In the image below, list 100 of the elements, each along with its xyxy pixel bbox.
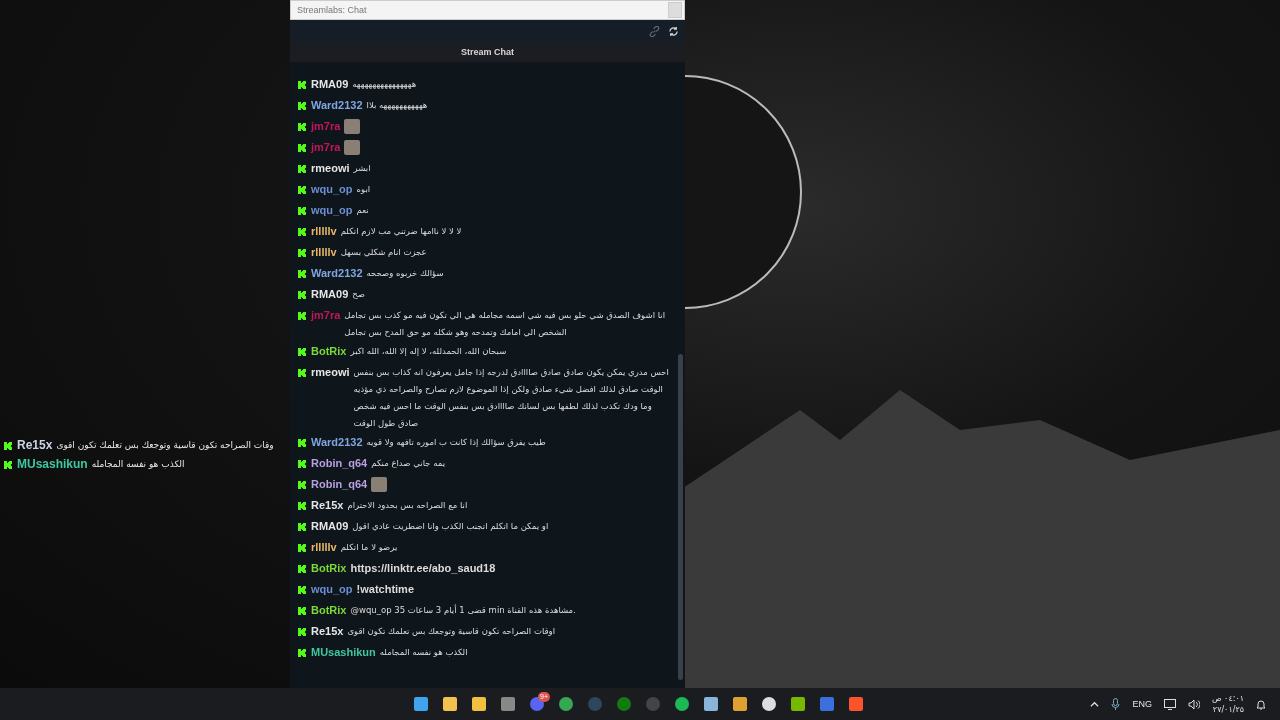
username[interactable]: rmeowi xyxy=(311,362,350,383)
message-text: انا مع الصراحه بس بحدود الاحترام xyxy=(347,499,469,512)
username[interactable]: rlllllv xyxy=(311,537,337,558)
username[interactable]: rmeowi xyxy=(311,158,350,179)
platform-icon xyxy=(297,121,307,132)
username[interactable]: BotRix xyxy=(311,341,347,362)
app-icon xyxy=(616,696,632,712)
message-text: او يمكن ما اتكلم اتجنب الكذب وانا اضطريت عادي اقول xyxy=(352,520,550,533)
username: MUsashikun xyxy=(17,456,88,473)
message-text: انا اشوف الصدق شي حلو بس فيه شي اسمه مجامله هي الي تكون فيه مو كذب بس تجامل الشخص الي امامك وتمدحه وهو شكله مو حق المدح بس تجامل xyxy=(344,309,666,339)
platform-icon xyxy=(297,310,307,321)
speaker-icon[interactable] xyxy=(1187,698,1200,710)
platform-icon xyxy=(297,584,307,595)
message-text: ابوه xyxy=(356,183,372,196)
username[interactable]: MUsashikun xyxy=(311,642,376,663)
app-icon xyxy=(703,696,719,712)
platform-icon xyxy=(297,289,307,300)
message-text: يرضو لا ما اتكلم xyxy=(340,541,399,554)
username[interactable]: Robin_q64 xyxy=(311,453,368,474)
app-icon xyxy=(790,696,806,712)
scrollbar-thumb[interactable] xyxy=(678,354,683,680)
app-icon xyxy=(848,696,864,712)
platform-icon xyxy=(297,184,307,195)
app-icon xyxy=(413,696,429,712)
platform-icon xyxy=(3,459,13,470)
username[interactable]: wqu_op xyxy=(311,200,353,221)
username[interactable]: Re15x xyxy=(311,621,344,642)
platform-icon xyxy=(297,626,307,637)
message-text: نعم xyxy=(356,204,370,217)
message-text: احس مدري يمكن يكون صادق صادق صاااادق لدرجه إذا جامل يعرفون انه كذاب بس بنفس الوقت صادق لذلك افضل شيء صادق ولكن إذا الموضوع لازم تصارح والصراحه ذي مؤذيه وما ودك تكذب لذلك لطفها بس لسانك صاااادق بس بنفس الوقت ما احس فيه شخص صادق طول الوقت xyxy=(353,366,670,430)
platform-icon xyxy=(297,79,307,90)
app-icon xyxy=(761,696,777,712)
platform-icon xyxy=(297,163,307,174)
app-icon xyxy=(819,696,835,712)
clock-date[interactable]: ٢٧/٠١/٢٥ xyxy=(1212,704,1244,715)
message-text: !watchtime xyxy=(356,582,416,597)
language-indicator[interactable]: ENG xyxy=(1132,699,1152,709)
link[interactable]: https://linktr.ee/abo_saud18 xyxy=(350,558,672,577)
message-text: الكذب هو نفسه المجامله xyxy=(91,458,185,471)
platform-icon xyxy=(297,247,307,258)
refresh-icon[interactable] xyxy=(668,25,679,37)
platform-icon xyxy=(297,205,307,216)
microphone-icon[interactable] xyxy=(1111,698,1121,710)
message-text: هههههههههههه بلاا xyxy=(366,99,429,112)
app-icon xyxy=(587,696,603,712)
platform-icon xyxy=(297,437,307,448)
chevron-up-icon[interactable] xyxy=(1090,699,1100,709)
platform-icon xyxy=(297,647,307,658)
platform-icon xyxy=(297,142,307,153)
username[interactable]: rlllllv xyxy=(311,221,337,242)
message-text: ابشر xyxy=(353,162,372,175)
app-icon xyxy=(442,696,458,712)
username: Re15x xyxy=(17,437,53,454)
username[interactable]: rlllllv xyxy=(311,242,337,263)
platform-icon xyxy=(297,500,307,511)
app-icon xyxy=(471,696,487,712)
username[interactable]: RMA09 xyxy=(311,74,349,95)
message-text: صح xyxy=(352,288,366,301)
username[interactable]: RMA09 xyxy=(311,284,349,305)
username[interactable]: wqu_op xyxy=(311,179,353,200)
message-text: الكذب هو نفسه المجامله xyxy=(379,646,469,659)
clock-time[interactable]: ٠٤:٠١ ص xyxy=(1211,693,1244,704)
app-icon xyxy=(674,696,690,712)
platform-icon xyxy=(297,542,307,553)
username[interactable]: wqu_op xyxy=(311,579,353,600)
app-icon xyxy=(500,696,516,712)
message-text: @wqu_op قضى 1 أيام 3 ساعات 35 min مشاهدة هذه القناة. xyxy=(350,603,577,617)
username[interactable]: Ward2132 xyxy=(311,432,363,453)
platform-icon xyxy=(297,367,307,378)
username[interactable]: RMA09 xyxy=(311,516,349,537)
username[interactable]: BotRix xyxy=(311,558,347,579)
message-text: سبحان الله، الحمدلله، لا إله إلا الله، الله اكبر xyxy=(350,345,508,358)
emote-image xyxy=(344,140,361,155)
platform-icon xyxy=(3,440,13,451)
username[interactable]: Ward2132 xyxy=(311,95,363,116)
bell-icon[interactable] xyxy=(1256,698,1266,710)
username[interactable]: BotRix xyxy=(311,600,347,621)
app-icon xyxy=(645,696,661,712)
display-icon[interactable] xyxy=(1163,698,1176,710)
username[interactable]: Re15x xyxy=(311,495,344,516)
username[interactable]: Ward2132 xyxy=(311,263,363,284)
emote-image xyxy=(371,477,388,492)
message-text: لا لا لا ناامها ضرتني مب لازم اتكلم xyxy=(340,225,463,238)
platform-icon xyxy=(297,563,307,574)
window-title: Streamlabs: Chat xyxy=(297,5,367,15)
platform-icon xyxy=(297,479,307,490)
header-title: Stream Chat xyxy=(461,47,514,57)
message-text: عجزت انام شكلي بسهل xyxy=(340,246,428,259)
app-icon xyxy=(558,696,574,712)
platform-icon xyxy=(297,458,307,469)
platform-icon xyxy=(297,268,307,279)
message-text: اوقات الصراحه تكون قاسية وتوجعك بس تعلمك تكون اقوى xyxy=(347,625,557,638)
message-text: سؤالك خربوه وصححه xyxy=(366,267,445,280)
app-icon xyxy=(732,696,748,712)
link-icon[interactable] xyxy=(649,25,660,37)
message-text: وقات الصراحه تكون قاسية وتوجعك بس تعلمك تكون اقوى xyxy=(56,439,274,452)
username[interactable]: Robin_q64 xyxy=(311,474,368,495)
platform-icon xyxy=(297,100,307,111)
platform-icon xyxy=(297,521,307,532)
message-text: يمه جاني صداع منكم xyxy=(371,457,447,470)
